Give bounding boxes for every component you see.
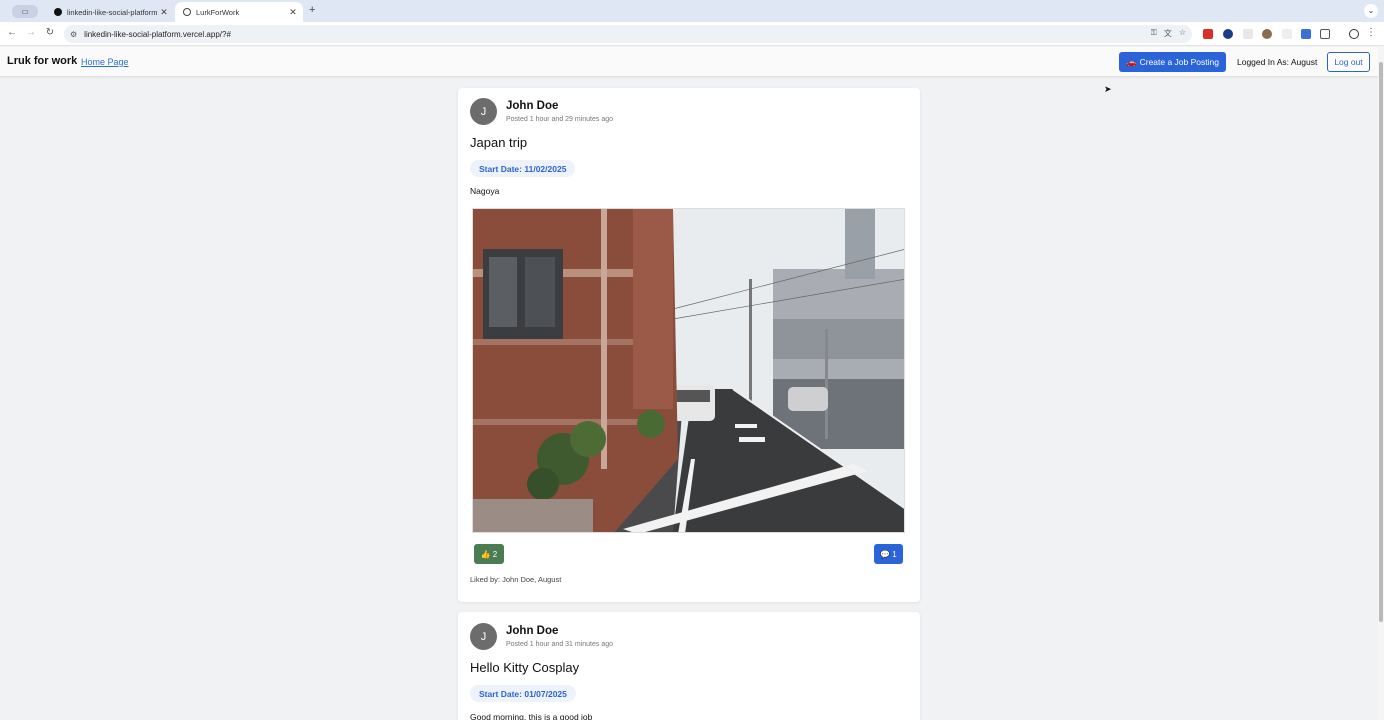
street-photo (473, 209, 904, 532)
post-description: Nagoya (470, 186, 500, 196)
extension-icon[interactable] (1282, 29, 1292, 39)
job-post-card: J John Doe Posted 1 hour and 31 minutes … (458, 612, 920, 720)
browser-tab-strip: ▭ linkedin-like-social-platform ✕ LurkFo… (0, 0, 1384, 22)
tab-groups-icon[interactable]: ▭ (12, 5, 38, 18)
home-page-link[interactable]: Home Page (81, 57, 129, 67)
extensions-puzzle-icon[interactable] (1320, 29, 1330, 39)
like-button[interactable]: 👍 2 (474, 544, 504, 564)
car-icon: 🚗 (1126, 56, 1137, 67)
close-tab-icon[interactable]: ✕ (157, 7, 171, 18)
create-job-posting-label: Create a Job Posting (1139, 57, 1219, 67)
tab-title: linkedin-like-social-platform (67, 7, 157, 17)
app-navbar: Lruk for work Home Page 🚗 Create a Job P… (0, 47, 1378, 77)
extension-icon[interactable] (1223, 29, 1233, 39)
browser-menu-icon[interactable]: ⋮ (1366, 27, 1376, 38)
new-tab-icon[interactable]: + (309, 4, 315, 16)
browser-tab-active[interactable]: LurkForWork ✕ (175, 2, 303, 22)
comment-button[interactable]: 💬 1 (874, 544, 903, 564)
close-tab-icon[interactable]: ✕ (286, 7, 300, 18)
post-timestamp: Posted 1 hour and 29 minutes ago (506, 116, 614, 123)
thumbs-up-icon: 👍 (480, 549, 491, 559)
browser-tab[interactable]: linkedin-like-social-platform ✕ (46, 2, 174, 22)
extension-icon[interactable] (1243, 29, 1253, 39)
liked-by-text: Liked by: John Doe, August (470, 575, 562, 584)
reload-icon[interactable]: ↻ (44, 27, 56, 38)
job-post-card: J John Doe Posted 1 hour and 29 minutes … (458, 88, 920, 602)
key-icon[interactable]: ⚿ (1151, 28, 1157, 39)
profile-icon[interactable] (1349, 29, 1359, 39)
comment-icon: 💬 (880, 549, 891, 559)
back-icon[interactable]: ← (6, 27, 18, 38)
logout-button[interactable]: Log out (1327, 52, 1370, 72)
brand-logo[interactable]: Lruk for work (7, 55, 77, 67)
post-author[interactable]: John Doe (506, 100, 558, 112)
post-author[interactable]: John Doe (506, 625, 558, 637)
tab-title: LurkForWork (196, 7, 240, 17)
browser-toolbar: ← → ↻ ⚙ linkedin-like-social-platform.ve… (0, 22, 1384, 46)
extension-icon[interactable] (1262, 29, 1272, 39)
avatar[interactable]: J (470, 98, 497, 125)
start-date-badge: Start Date: 11/02/2025 (470, 160, 576, 177)
site-info-icon[interactable]: ⚙ (70, 30, 77, 39)
avatar[interactable]: J (470, 623, 497, 650)
extension-icon[interactable] (1301, 29, 1311, 39)
scrollbar-thumb[interactable] (1379, 62, 1383, 622)
forward-icon[interactable]: → (25, 27, 37, 38)
globe-icon (183, 8, 191, 16)
bookmark-star-icon[interactable]: ☆ (1179, 28, 1186, 39)
post-timestamp: Posted 1 hour and 31 minutes ago (506, 641, 614, 648)
mouse-cursor-icon: ➤ (1104, 84, 1112, 94)
like-count: 2 (492, 549, 498, 559)
comment-count: 1 (892, 549, 897, 559)
logged-in-status: Logged In As: August (1237, 57, 1318, 67)
post-image (472, 208, 905, 533)
post-title: Japan trip (470, 135, 528, 150)
tab-search-icon[interactable]: ⌄ (1364, 4, 1378, 18)
translate-icon[interactable]: 文 (1164, 28, 1172, 39)
post-description: Good morning, this is a good job (470, 712, 593, 720)
post-title: Hello Kitty Cosplay (470, 660, 580, 675)
address-bar[interactable]: ⚙ linkedin-like-social-platform.vercel.a… (64, 25, 1192, 43)
create-job-posting-button[interactable]: 🚗 Create a Job Posting (1119, 52, 1226, 72)
github-icon (54, 8, 62, 16)
url-text: linkedin-like-social-platform.vercel.app… (84, 29, 231, 39)
extension-icon[interactable] (1203, 29, 1213, 39)
start-date-badge: Start Date: 01/07/2025 (470, 685, 576, 702)
